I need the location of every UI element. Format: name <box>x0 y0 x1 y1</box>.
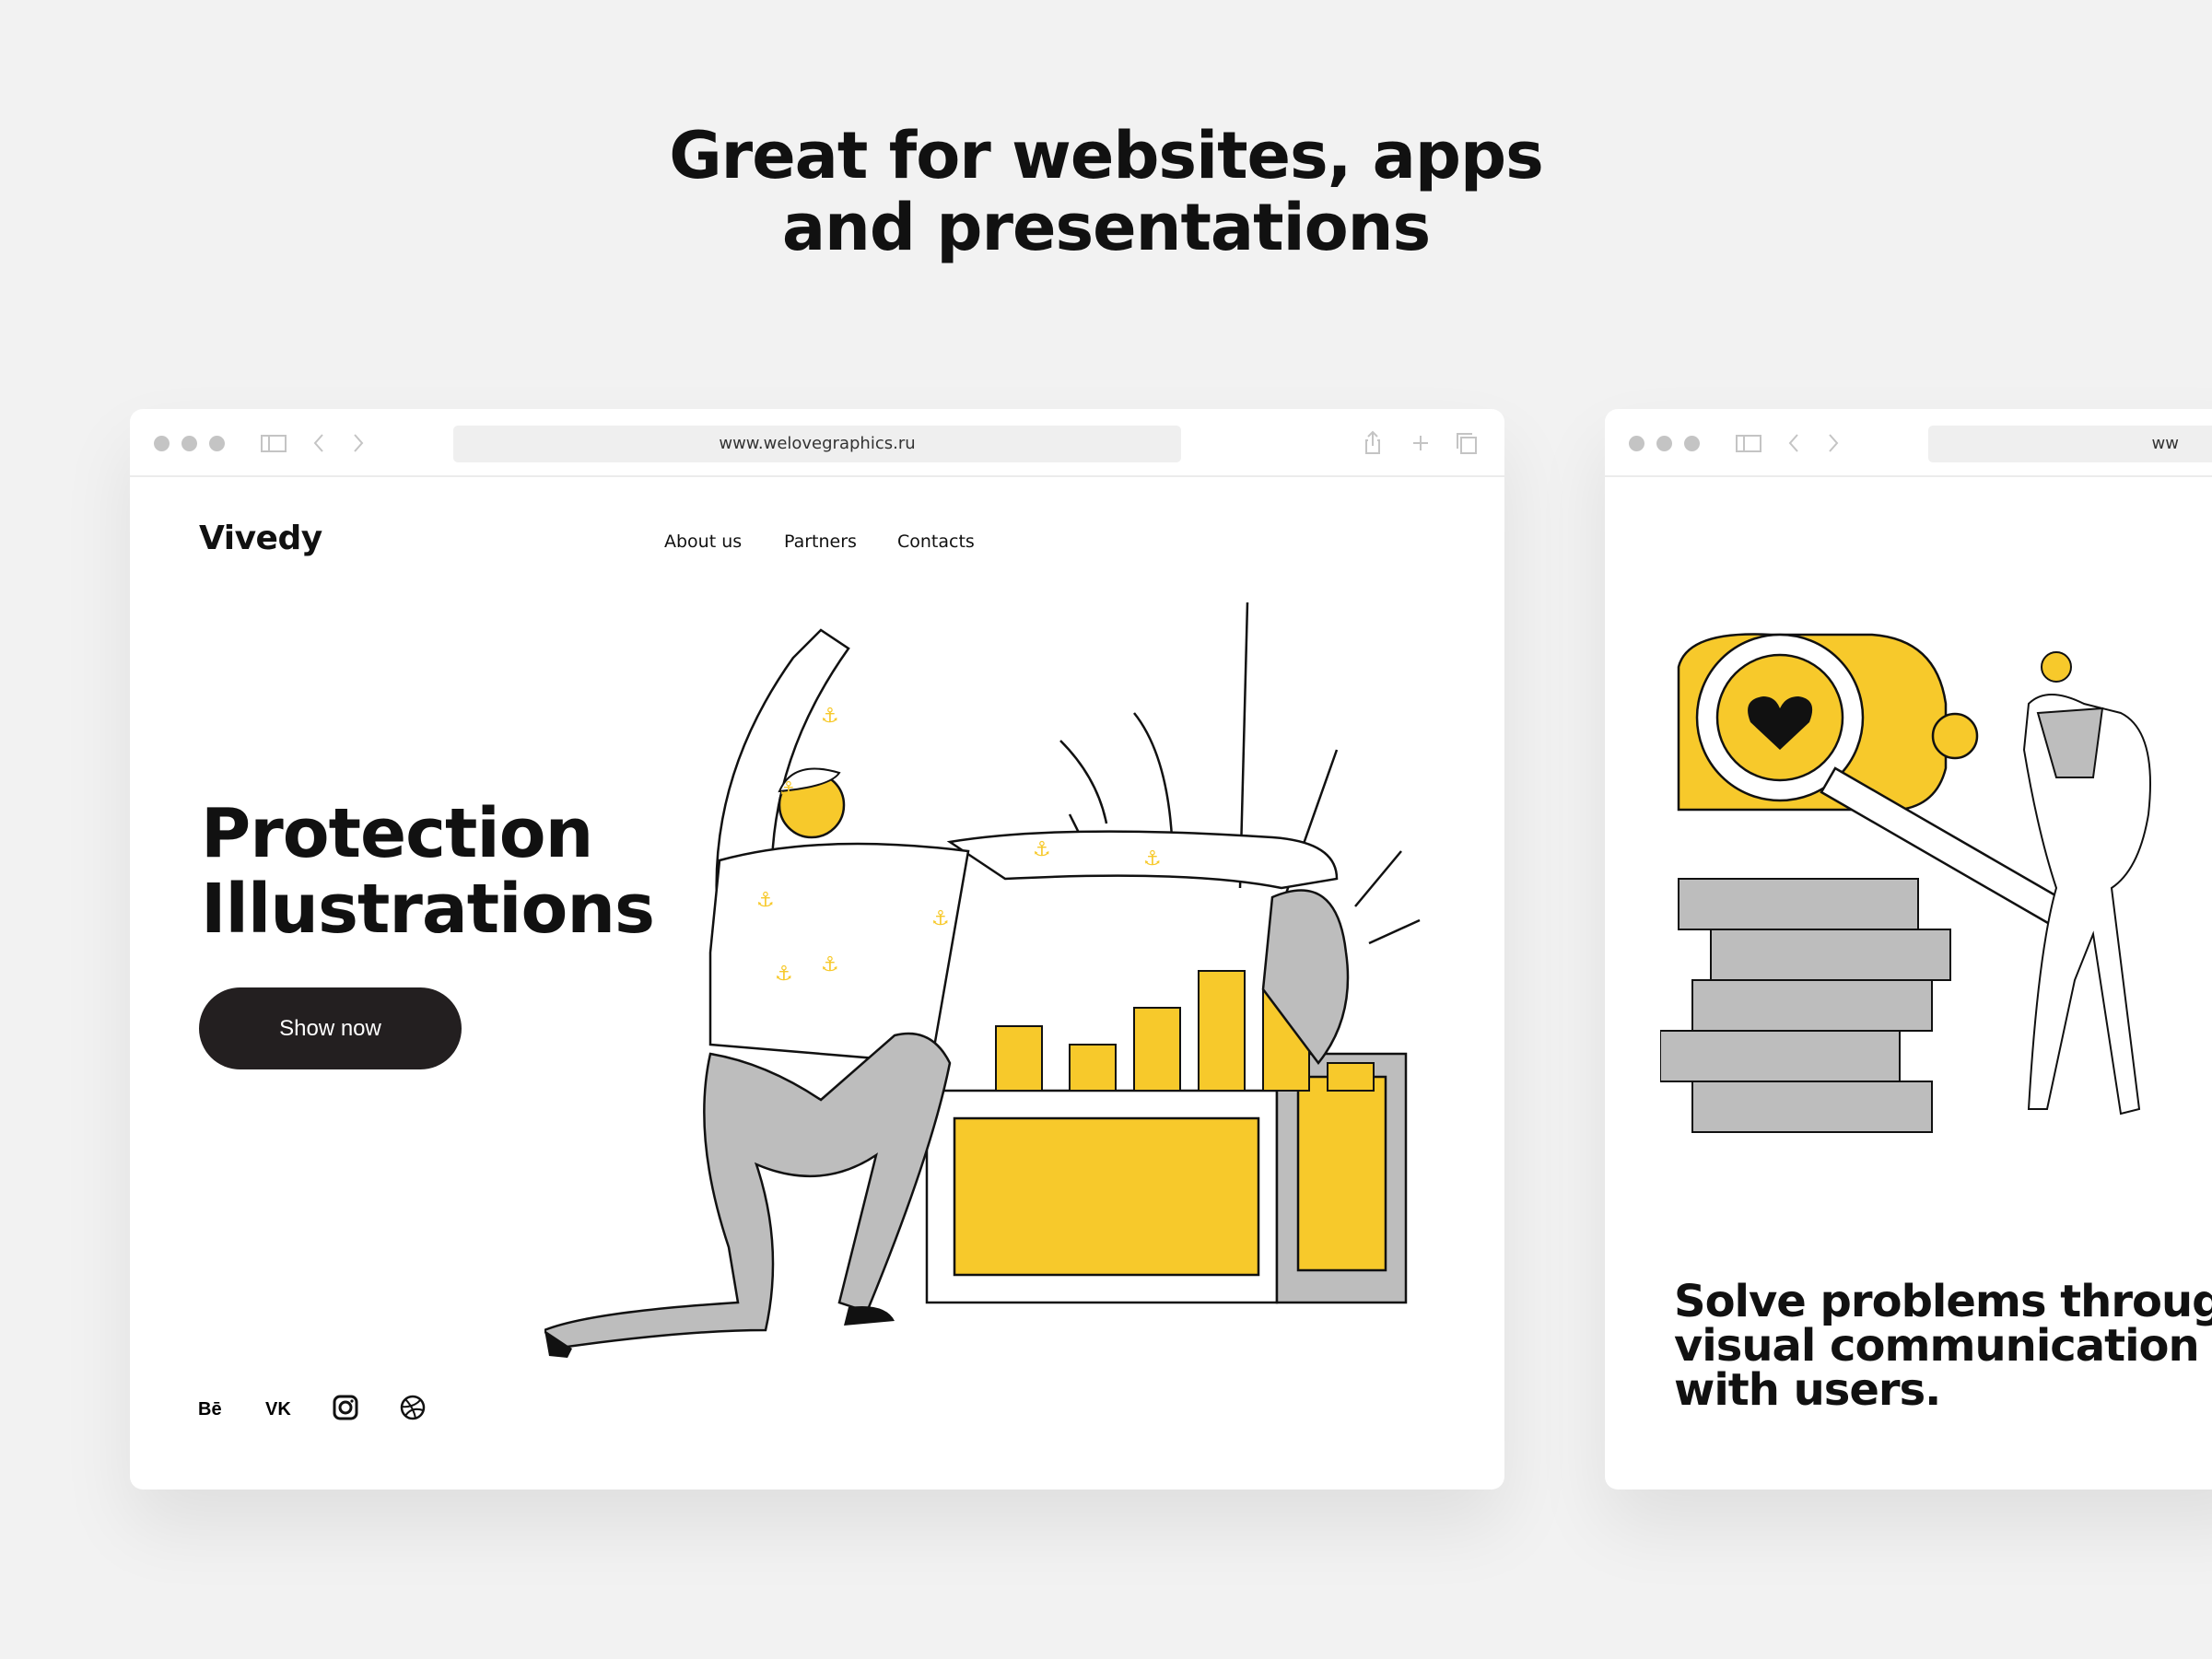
address-bar[interactable]: ww <box>1928 426 2212 462</box>
secondary-headline-line-3: with users. <box>1674 1364 1941 1416</box>
tabs-icon[interactable] <box>1453 429 1481 457</box>
svg-text:⚓: ⚓ <box>821 705 839 728</box>
address-bar[interactable]: www.welovegraphics.ru <box>453 426 1181 462</box>
nav-about-us[interactable]: About us <box>664 532 742 552</box>
behance-icon[interactable]: Bē <box>198 1393 228 1422</box>
vk-icon[interactable]: VK <box>265 1393 295 1422</box>
window-close-dot[interactable] <box>154 436 170 451</box>
forward-icon[interactable] <box>345 429 372 457</box>
svg-text:⚓: ⚓ <box>1143 847 1162 870</box>
svg-text:⚓: ⚓ <box>775 963 793 986</box>
browser-window-secondary: ww Solve problems through visual communi… <box>1605 409 2212 1490</box>
sidebar-icon[interactable] <box>260 429 287 457</box>
browser-toolbar: ww <box>1605 409 2212 477</box>
svg-text:VK: VK <box>265 1399 291 1419</box>
window-maximize-dot[interactable] <box>1684 436 1700 451</box>
headline-line-1: Great for websites, apps <box>669 118 1544 193</box>
window-minimize-dot[interactable] <box>1656 436 1672 451</box>
secondary-headline: Solve problems through visual communicat… <box>1674 1279 2212 1412</box>
secondary-headline-line-2: visual communication <box>1674 1320 2200 1372</box>
piggy-bank-illustration <box>1660 633 2151 1133</box>
window-minimize-dot[interactable] <box>181 436 197 451</box>
svg-text:⚓: ⚓ <box>779 778 798 801</box>
window-close-dot[interactable] <box>1629 436 1644 451</box>
show-now-button[interactable]: Show now <box>199 987 462 1069</box>
dribbble-icon[interactable] <box>398 1393 427 1422</box>
nav-partners[interactable]: Partners <box>784 532 857 552</box>
browser-window-main: www.welovegraphics.ru Vivedy About us Pa… <box>130 409 1504 1490</box>
back-icon[interactable] <box>305 429 333 457</box>
site-logo[interactable]: Vivedy <box>199 520 322 557</box>
forward-icon[interactable] <box>1820 429 1847 457</box>
window-maximize-dot[interactable] <box>209 436 225 451</box>
back-icon[interactable] <box>1780 429 1808 457</box>
sidebar-icon[interactable] <box>1735 429 1762 457</box>
svg-text:Bē: Bē <box>198 1399 222 1419</box>
nav-contacts[interactable]: Contacts <box>897 532 975 552</box>
svg-text:⚓: ⚓ <box>821 953 839 976</box>
treasure-chest-illustration: ⚓ ⚓ ⚓ ⚓ ⚓ ⚓ ⚓ ⚓ <box>544 602 1421 1358</box>
share-icon[interactable] <box>1359 429 1387 457</box>
svg-text:⚓: ⚓ <box>756 889 775 912</box>
plus-icon[interactable] <box>1407 429 1434 457</box>
instagram-icon[interactable] <box>331 1393 360 1422</box>
headline-line-2: and presentations <box>781 190 1431 265</box>
browser-toolbar: www.welovegraphics.ru <box>130 409 1504 477</box>
headline: Great for websites, apps and presentatio… <box>0 120 2212 263</box>
secondary-headline-line-1: Solve problems through <box>1674 1276 2212 1327</box>
svg-text:⚓: ⚓ <box>1033 838 1051 861</box>
svg-text:⚓: ⚓ <box>931 907 950 930</box>
